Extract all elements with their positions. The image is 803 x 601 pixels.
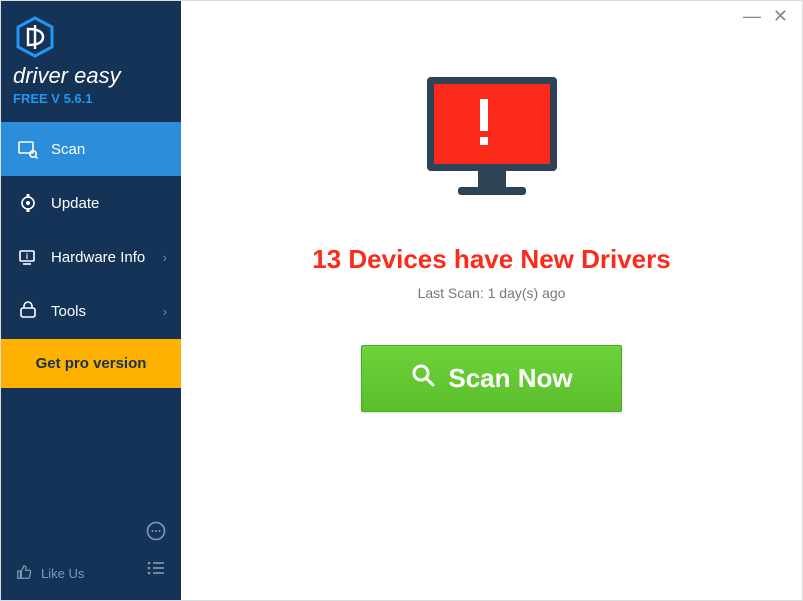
thumbs-up-icon — [15, 563, 33, 584]
chevron-right-icon: › — [163, 304, 167, 319]
hardware-info-icon: i — [17, 246, 39, 268]
chevron-right-icon: › — [163, 250, 167, 265]
close-button[interactable]: ✕ — [773, 7, 788, 25]
sidebar: driver easy FREE V 5.6.1 Scan Update i H… — [1, 1, 181, 600]
nav-item-update[interactable]: Update — [1, 176, 181, 230]
main-panel: 13 Devices have New Drivers Last Scan: 1… — [181, 1, 802, 600]
update-icon — [17, 192, 39, 214]
nav-label: Scan — [51, 141, 85, 158]
scan-result-headline: 13 Devices have New Drivers — [181, 244, 802, 275]
app-logo-icon — [13, 15, 57, 59]
window-controls: — ✕ — [729, 1, 802, 31]
feedback-icon[interactable] — [145, 520, 167, 547]
nav-list: Scan Update i Hardware Info › Tools › Ge… — [1, 122, 181, 388]
scan-icon — [17, 138, 39, 160]
search-icon — [410, 362, 436, 395]
app-version: FREE V 5.6.1 — [13, 91, 169, 106]
menu-list-icon[interactable] — [145, 557, 167, 584]
nav-label: Tools — [51, 303, 86, 320]
get-pro-button[interactable]: Get pro version — [1, 338, 181, 388]
sidebar-extra-icons — [145, 520, 167, 584]
svg-text:i: i — [26, 252, 28, 261]
tools-icon — [17, 300, 39, 322]
scan-now-label: Scan Now — [448, 363, 572, 394]
logo-area: driver easy FREE V 5.6.1 — [1, 1, 181, 116]
nav-item-hardware-info[interactable]: i Hardware Info › — [1, 230, 181, 284]
alert-monitor-icon — [412, 69, 572, 224]
last-scan-text: Last Scan: 1 day(s) ago — [181, 285, 802, 301]
scan-now-button[interactable]: Scan Now — [361, 345, 621, 412]
nav-item-scan[interactable]: Scan — [1, 122, 181, 176]
nav-label: Update — [51, 195, 99, 212]
like-us-label: Like Us — [41, 566, 84, 581]
nav-item-tools[interactable]: Tools › — [1, 284, 181, 338]
nav-label: Hardware Info — [51, 249, 145, 266]
like-us-button[interactable]: Like Us — [15, 563, 84, 584]
sidebar-footer: Like Us — [1, 510, 181, 600]
minimize-button[interactable]: — — [743, 7, 761, 25]
brand-name: driver easy — [13, 63, 169, 89]
